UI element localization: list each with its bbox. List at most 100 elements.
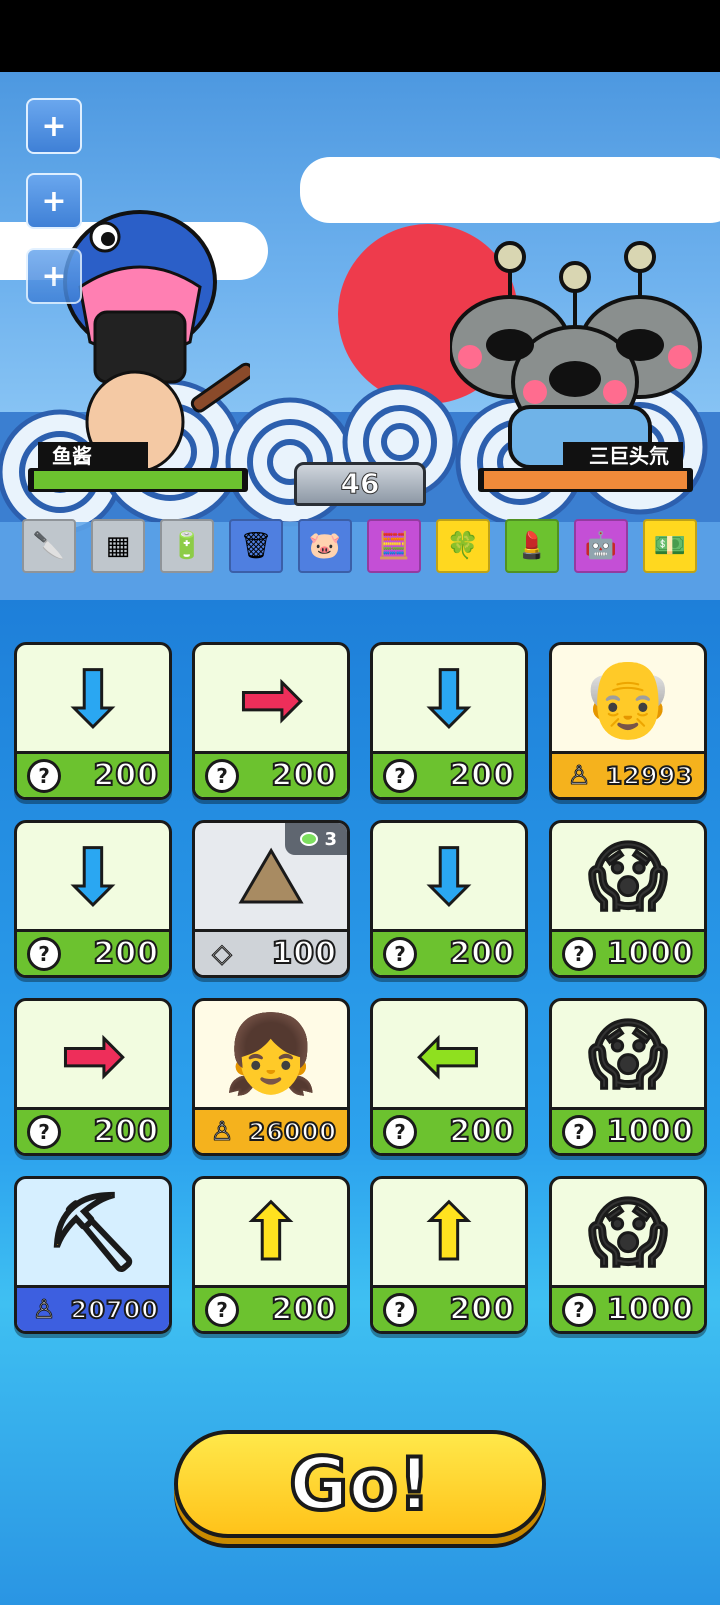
card-art-glyph: ⬇ (416, 652, 483, 744)
blue-down-arrow-icon: ⬇ (373, 645, 525, 751)
scream-figure-icon: 😱 (552, 823, 704, 929)
badge-count: 3 (324, 828, 337, 850)
card-footer: ? 200 (17, 1107, 169, 1153)
card-footer: ? 200 (373, 929, 525, 975)
question-icon: ? (27, 758, 61, 793)
card-art-glyph: ⬇ (416, 830, 483, 922)
item-slot[interactable]: ▦ (91, 519, 145, 573)
shop-card[interactable]: 👧 ♙ 26000 (192, 998, 350, 1156)
shop-card[interactable]: ⬇? 200 (14, 820, 172, 978)
card-footer: ? 200 (195, 751, 347, 797)
shop-card[interactable]: 😱? 1000 (549, 998, 707, 1156)
card-art-glyph: 👴 (579, 652, 677, 744)
card-art-glyph: ➡ (60, 1008, 127, 1100)
question-icon: ? (205, 1292, 239, 1327)
yellow-up-arrow-icon: ⬆ (373, 1179, 525, 1285)
blue-down-arrow-icon: ⬇ (17, 645, 169, 751)
card-footer: ♙ 12993 (552, 751, 704, 797)
shop-card[interactable]: ⬅ ? 200 (370, 998, 528, 1156)
card-art-glyph: ⬆ (238, 1186, 305, 1278)
go-button[interactable]: Go! (174, 1430, 546, 1538)
circuit-board-icon: ▦ (105, 531, 131, 561)
shop-card[interactable]: ⬇ ? 200 (370, 820, 528, 978)
red-right-arrow-icon: ➡ (17, 1001, 169, 1107)
plus-icon: + (41, 108, 67, 144)
person-icon: ♙ (210, 1116, 234, 1147)
item-slot[interactable]: 🤖 (574, 519, 628, 573)
item-slot[interactable]: 🔪 (22, 519, 76, 573)
green-left-arrow-icon: ⬅ (373, 1001, 525, 1107)
add-button-3[interactable]: + (26, 248, 82, 304)
card-price: 1000 (606, 1291, 695, 1328)
shop-card[interactable]: 😱? 1000 (549, 820, 707, 978)
question-icon: ? (383, 1292, 417, 1327)
card-footer: ? 200 (373, 1285, 525, 1331)
card-art-glyph: 😱 (587, 830, 669, 922)
shop-card[interactable]: ⛰ 3 ◇ 100 (192, 820, 350, 978)
enemy-hp-bar (478, 468, 693, 492)
item-slot[interactable]: 💄 (505, 519, 559, 573)
shop-card[interactable]: 👴 ♙ 12993 (549, 642, 707, 800)
card-price: 12993 (605, 761, 695, 791)
shop-card[interactable]: ⬇? 200 (370, 642, 528, 800)
question-icon: ? (205, 758, 239, 793)
cleaver-icon: 🔪 (32, 531, 66, 561)
question-icon: ? (562, 1292, 596, 1327)
status-bar (0, 0, 720, 72)
card-price: 200 (92, 1113, 159, 1150)
question-icon: ? (27, 936, 61, 971)
player-hp-bar (28, 468, 248, 492)
player-name: 鱼酱 (38, 442, 148, 470)
shop-card[interactable]: ⬆? 200 (370, 1176, 528, 1334)
shop-card[interactable]: ➡ ? 200 (14, 998, 172, 1156)
cloud (300, 157, 720, 223)
card-price: 1000 (606, 935, 695, 972)
card-footer: ? 200 (17, 929, 169, 975)
item-slot[interactable]: 🍀 (436, 519, 490, 573)
scream-figure-icon: 😱 (552, 1001, 704, 1107)
card-price: 200 (92, 935, 159, 972)
card-art-glyph: 😱 (587, 1008, 669, 1100)
trash-can-icon: 🗑 (239, 531, 273, 561)
inventory-bar: 🔪 ▦ 🔋 🗑 🐷 🧮 🍀 💄 🤖 💵 (22, 519, 712, 573)
card-art-glyph: ⬅ (416, 1008, 483, 1100)
item-slot[interactable]: 💵 (643, 519, 697, 573)
add-button-2[interactable]: + (26, 173, 82, 229)
question-icon: ? (383, 936, 417, 971)
card-price: 200 (270, 757, 337, 794)
enemy-name: 三巨头氘 (563, 442, 683, 470)
card-footer: ? 200 (373, 1107, 525, 1153)
item-slot[interactable]: 🗑 (229, 519, 283, 573)
card-art-glyph: ⬇ (60, 652, 127, 744)
go-button-label: Go! (287, 1440, 432, 1528)
red-right-arrow-icon: ➡ (195, 645, 347, 751)
item-slot[interactable]: 🐷 (298, 519, 352, 573)
card-art-glyph: ⬇ (60, 830, 127, 922)
shop-card[interactable]: 😱? 1000 (549, 1176, 707, 1334)
card-footer: ? 1000 (552, 1107, 704, 1153)
shop-card[interactable]: ⬇? 200 (14, 642, 172, 800)
question-icon: ? (383, 1114, 417, 1149)
card-price: 200 (448, 1291, 515, 1328)
shop-card[interactable]: ➡? 200 (192, 642, 350, 800)
card-price: 20700 (70, 1295, 160, 1325)
card-price: 1000 (606, 1113, 695, 1150)
card-price: 200 (270, 1291, 337, 1328)
card-art-glyph: 👧 (222, 1008, 320, 1100)
card-footer: ♙ 20700 (17, 1285, 169, 1331)
player-hp-fill (34, 471, 242, 489)
item-slot[interactable]: 🧮 (367, 519, 421, 573)
card-footer: ♙ 26000 (195, 1107, 347, 1153)
diamond-icon: ◇ (212, 938, 233, 969)
turn-counter: 46 (294, 462, 426, 506)
add-button-1[interactable]: + (26, 98, 82, 154)
shop-card[interactable]: ⛏ ♙ 20700 (14, 1176, 172, 1334)
blue-down-arrow-icon: ⬇ (17, 823, 169, 929)
question-icon: ? (383, 758, 417, 793)
card-art-glyph: 😱 (587, 1186, 669, 1278)
item-slot[interactable]: 🔋 (160, 519, 214, 573)
piggy-bank-icon: 🐷 (308, 531, 342, 561)
question-icon: ? (562, 1114, 596, 1149)
shop-card[interactable]: ⬆? 200 (192, 1176, 350, 1334)
enemy-status: 三巨头氘 (478, 442, 693, 494)
